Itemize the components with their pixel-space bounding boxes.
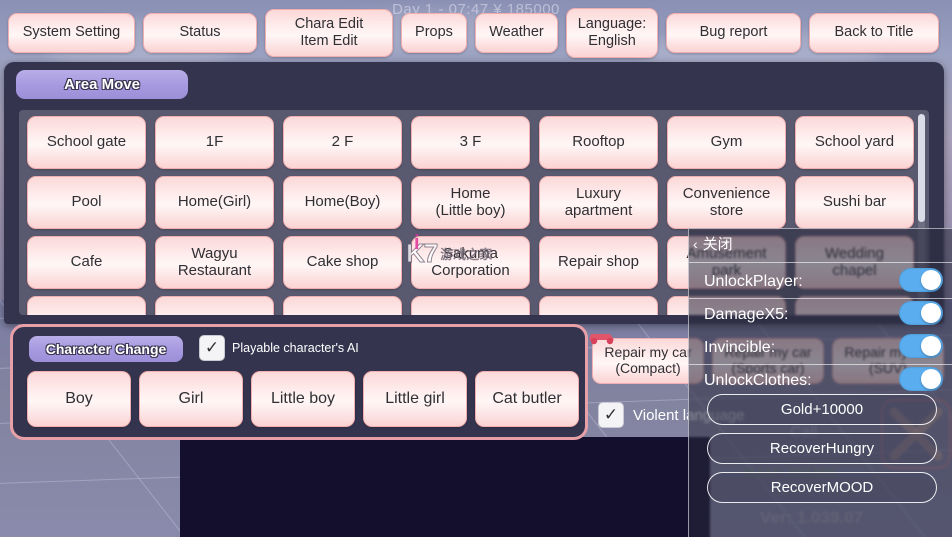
system-setting-button[interactable]: System Setting bbox=[8, 12, 135, 53]
character-change-panel: Character Change ✓ Playable character's … bbox=[10, 324, 588, 440]
back-to-title-label: Back to Title bbox=[834, 24, 914, 41]
character-button[interactable]: Little girl bbox=[363, 371, 467, 427]
chara-item-edit-button[interactable]: Chara Edit Item Edit bbox=[265, 8, 393, 57]
character-button[interactable]: Little boy bbox=[251, 371, 355, 427]
mod-toggle-label: UnlockClothes: bbox=[704, 371, 812, 389]
mod-action-label: RecoverHungry bbox=[769, 440, 875, 457]
character-button-label: Boy bbox=[65, 390, 93, 408]
top-menu-bar: System Setting Status Chara Edit Item Ed… bbox=[0, 0, 952, 65]
status-label: Status bbox=[179, 24, 221, 41]
toggle-invincible[interactable] bbox=[899, 334, 943, 358]
mod-toggle-row: UnlockClothes: bbox=[689, 364, 952, 397]
mod-divider-top bbox=[689, 262, 952, 263]
props-label: Props bbox=[415, 24, 453, 41]
bug-report-button[interactable]: Bug report bbox=[666, 12, 801, 53]
toggle-unlock-clothes[interactable] bbox=[899, 367, 943, 391]
character-button-label: Little girl bbox=[385, 390, 445, 408]
bug-report-label: Bug report bbox=[699, 24, 768, 41]
mod-menu-panel: ‹ 关闭 UnlockPlayer: DamageX5: Invincible: Un… bbox=[688, 228, 952, 537]
mod-toggle-label: DamageX5: bbox=[704, 305, 789, 323]
mod-action-label: RecoverMOOD bbox=[770, 479, 874, 496]
chevron-left-icon: ‹ bbox=[693, 235, 698, 252]
system-setting-label: System Setting bbox=[22, 24, 121, 41]
weather-label: Weather bbox=[489, 24, 544, 41]
violent-check-icon: ✓ bbox=[603, 405, 619, 424]
props-button[interactable]: Props bbox=[401, 12, 467, 53]
mod-toggle-row: Invincible: bbox=[689, 331, 952, 364]
mod-action-buttons: Gold+10000 RecoverHungry RecoverMOOD bbox=[707, 394, 937, 503]
chara-item-edit-label: Chara Edit Item Edit bbox=[294, 16, 364, 49]
mod-toggle-row: DamageX5: bbox=[689, 298, 952, 331]
game-screen: Day 1 - 07:47 ¥ 185000 System Setting St… bbox=[0, 0, 952, 537]
playable-ai-checkbox[interactable]: ✓ bbox=[199, 335, 225, 361]
toggle-knob bbox=[921, 270, 941, 290]
recover-hungry-button[interactable]: RecoverHungry bbox=[707, 433, 937, 464]
playable-ai-label: Playable character's AI bbox=[232, 341, 359, 355]
character-button[interactable]: Girl bbox=[139, 371, 243, 427]
mod-close-button[interactable]: ‹ 关闭 bbox=[693, 233, 733, 254]
character-change-tab-label: Character Change bbox=[45, 341, 167, 357]
repair-car-compact-label: Repair my car (Compact) bbox=[604, 344, 692, 376]
mod-toggle-label: Invincible: bbox=[704, 338, 776, 356]
playable-ai-row: ✓ Playable character's AI bbox=[199, 335, 359, 361]
language-button[interactable]: Language: English bbox=[566, 7, 658, 58]
back-to-title-button[interactable]: Back to Title bbox=[809, 12, 939, 53]
ai-check-icon: ✓ bbox=[204, 338, 220, 357]
gold-plus-button[interactable]: Gold+10000 bbox=[707, 394, 937, 425]
mod-action-label: Gold+10000 bbox=[780, 401, 864, 418]
language-label: Language: English bbox=[577, 16, 647, 49]
mod-divider bbox=[689, 364, 952, 365]
character-buttons-row: Boy Girl Little boy Little girl Cat butler bbox=[27, 371, 579, 427]
toggle-knob bbox=[921, 336, 941, 356]
tab-character-change[interactable]: Character Change bbox=[29, 336, 183, 362]
toggle-damage-x5[interactable] bbox=[899, 301, 943, 325]
toggle-unlock-player[interactable] bbox=[899, 268, 943, 292]
character-button[interactable]: Boy bbox=[27, 371, 131, 427]
toggle-knob bbox=[921, 369, 941, 389]
mod-toggle-rows: UnlockPlayer: DamageX5: Invincible: UnlockC… bbox=[689, 265, 952, 397]
weather-button[interactable]: Weather bbox=[475, 12, 558, 53]
character-button-label: Girl bbox=[178, 390, 204, 408]
toggle-knob bbox=[921, 303, 941, 323]
mod-close-label: 关闭 bbox=[702, 236, 733, 253]
mod-toggle-row: UnlockPlayer: bbox=[689, 265, 952, 298]
character-button-label: Little boy bbox=[270, 390, 336, 408]
car-icon bbox=[589, 334, 614, 345]
character-button-label: Cat butler bbox=[492, 390, 562, 408]
violent-language-checkbox[interactable]: ✓ bbox=[598, 402, 624, 428]
character-button[interactable]: Cat butler bbox=[475, 371, 579, 427]
status-button[interactable]: Status bbox=[143, 12, 257, 53]
mod-toggle-label: UnlockPlayer: bbox=[704, 272, 803, 290]
recover-mood-button[interactable]: RecoverMOOD bbox=[707, 472, 937, 503]
mod-divider bbox=[689, 298, 952, 299]
